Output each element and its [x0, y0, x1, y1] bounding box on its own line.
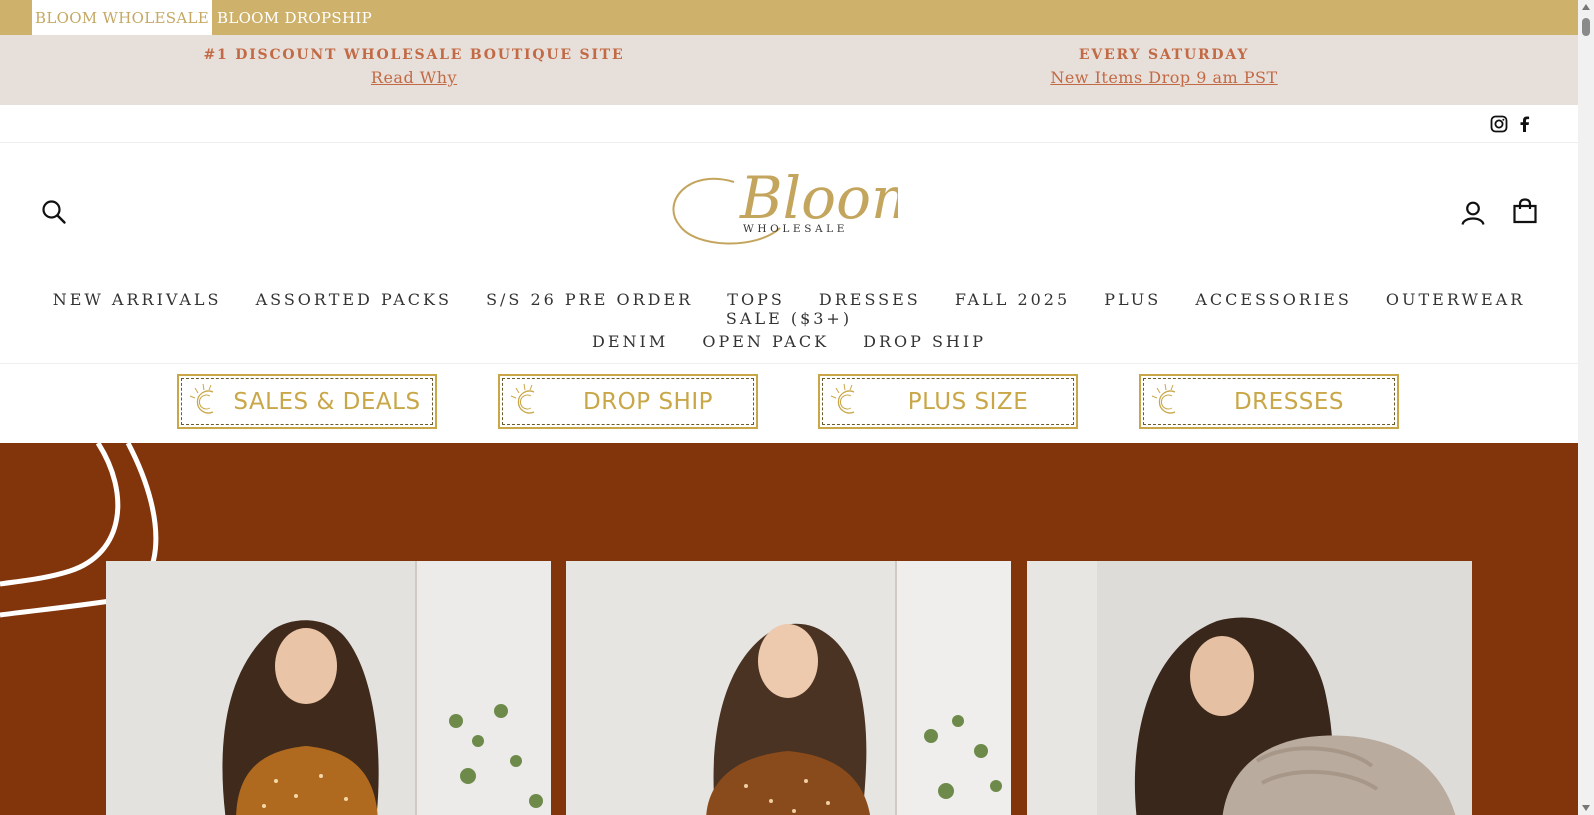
- nav-item-fall-2025[interactable]: FALL 2025: [955, 290, 1070, 309]
- nav-item-drop-ship[interactable]: DROP SHIP: [863, 332, 986, 351]
- hero-photo-1: [106, 561, 551, 815]
- category-label: DROP SHIP: [582, 389, 714, 415]
- new-items-link[interactable]: New Items Drop 9 am PST: [864, 68, 1464, 87]
- nav-item-assorted-packs[interactable]: ASSORTED PACKS: [256, 290, 452, 309]
- announcement-bar: #1 DISCOUNT WHOLESALE BOUTIQUE SITE Read…: [0, 35, 1578, 105]
- nav-item-denim[interactable]: DENIM: [592, 332, 668, 351]
- cart-icon[interactable]: [1512, 198, 1538, 224]
- announcement-right: EVERY SATURDAY New Items Drop 9 am PST: [864, 35, 1464, 87]
- scroll-up-arrow-icon[interactable]: [1582, 4, 1590, 10]
- search-icon[interactable]: [41, 199, 67, 225]
- nav-item-plus[interactable]: PLUS: [1104, 290, 1161, 309]
- scrollbar-thumb[interactable]: [1582, 18, 1590, 36]
- logo-sub: WHOLESALE: [743, 223, 848, 235]
- announcement-heading: EVERY SATURDAY: [1078, 47, 1250, 63]
- announcement-heading: #1 DISCOUNT WHOLESALE BOUTIQUE SITE: [203, 47, 625, 63]
- hero-photo-3: [1027, 561, 1472, 815]
- category-label: SALES & DEALS: [233, 389, 421, 415]
- nav-item-ss26-pre-order[interactable]: S/S 26 PRE ORDER: [486, 290, 693, 309]
- category-banner-dresses[interactable]: DRESSES: [1139, 374, 1399, 429]
- store-tab-dropship[interactable]: BLOOM DROPSHIP: [217, 0, 372, 35]
- announcement-left: #1 DISCOUNT WHOLESALE BOUTIQUE SITE Read…: [114, 35, 714, 87]
- hero-banner[interactable]: [0, 443, 1578, 815]
- page: BLOOM WHOLESALE BLOOM DROPSHIP #1 DISCOU…: [0, 0, 1578, 815]
- category-label: DRESSES: [1233, 389, 1345, 415]
- category-banner-drop-ship[interactable]: DROP SHIP: [498, 374, 758, 429]
- main-nav-row1: NEW ARRIVALS ASSORTED PACKS S/S 26 PRE O…: [0, 290, 1578, 328]
- page-scrollbar[interactable]: [1578, 0, 1594, 815]
- category-label: PLUS SIZE: [907, 389, 1029, 415]
- logo-script: Bloom: [739, 164, 898, 232]
- account-icon[interactable]: [1460, 200, 1486, 226]
- nav-item-accessories[interactable]: ACCESSORIES: [1195, 290, 1351, 309]
- store-tab-wholesale[interactable]: BLOOM WHOLESALE: [32, 0, 212, 35]
- nav-item-dresses[interactable]: DRESSES: [819, 290, 921, 309]
- nav-divider: [0, 363, 1578, 364]
- nav-item-open-pack[interactable]: OPEN PACK: [702, 332, 829, 351]
- social-row: [0, 105, 1578, 143]
- nav-item-tops[interactable]: TOPS: [727, 290, 785, 309]
- nav-item-outerwear[interactable]: OUTERWEAR: [1386, 290, 1525, 309]
- read-why-link[interactable]: Read Why: [114, 68, 714, 87]
- main-nav-row2: DENIM OPEN PACK DROP SHIP: [0, 332, 1578, 351]
- bloom-wholesale-logo[interactable]: Bloom WHOLESALE: [668, 158, 898, 258]
- scroll-down-arrow-icon[interactable]: [1582, 805, 1590, 811]
- store-switcher-bar: BLOOM WHOLESALE BLOOM DROPSHIP: [0, 0, 1578, 35]
- hero-photo-2: [566, 561, 1011, 815]
- nav-item-sale[interactable]: SALE ($3+): [726, 309, 852, 328]
- category-banner-plus-size[interactable]: PLUS SIZE: [818, 374, 1078, 429]
- facebook-icon[interactable]: [1515, 114, 1535, 134]
- nav-item-new-arrivals[interactable]: NEW ARRIVALS: [53, 290, 222, 309]
- instagram-icon[interactable]: [1489, 114, 1509, 134]
- category-banner-sales-deals[interactable]: SALES & DEALS: [177, 374, 437, 429]
